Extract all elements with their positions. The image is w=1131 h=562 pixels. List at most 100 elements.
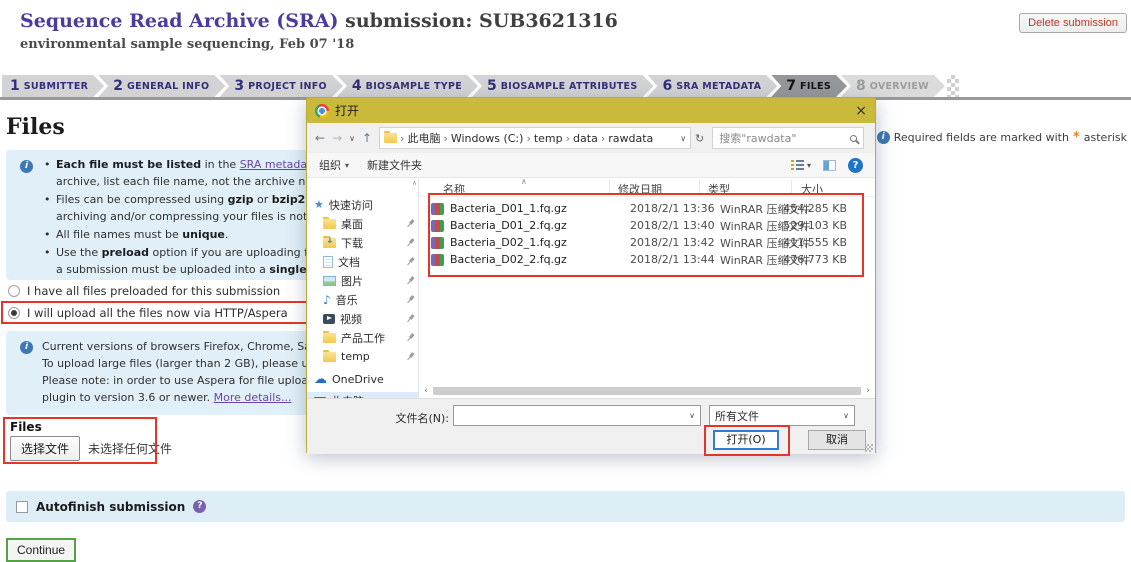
help-button[interactable]: ? [848,158,863,173]
scrollbar-thumb[interactable] [433,387,861,395]
cloud-icon: ☁ [314,373,327,386]
cancel-button[interactable]: 取消 [808,430,866,450]
page-title: Sequence Read Archive (SRA) submission: … [20,10,618,32]
pin-icon [404,274,417,287]
up-icon[interactable]: ↑ [362,131,372,145]
breadcrumb-this-pc[interactable]: 此电脑 [407,130,440,146]
radio-preloaded[interactable]: I have all files preloaded for this subm… [8,284,280,298]
delete-submission-button[interactable]: Delete submission [1019,13,1127,33]
autofinish-checkbox[interactable] [16,501,28,513]
sidebar-item-downloads[interactable]: 下载 [307,234,418,251]
picture-icon [323,276,336,286]
breadcrumb-rawdata[interactable]: rawdata [608,132,653,145]
pin-icon [404,217,417,230]
continue-button[interactable]: Continue [6,538,76,562]
view-mode-button[interactable]: ▾ [791,160,811,170]
organize-caret-icon[interactable]: ▾ [345,161,349,170]
sidebar-item-videos[interactable]: 视频 [307,310,418,327]
folder-icon [323,219,336,229]
dialog-footer: 文件名(N): ∨ 所有文件∨ 打开(O) 取消 [307,398,875,454]
folder-icon [323,333,336,343]
pin-icon [404,350,417,363]
address-caret-icon[interactable]: ∨ [680,134,686,143]
folder-icon [384,133,397,143]
dialog-address-bar: ← → ∨ ↑ › 此电脑 › Windows (C:) › temp › da… [307,123,875,153]
preview-pane-icon[interactable] [823,160,836,171]
breadcrumb-data[interactable]: data [573,132,598,145]
tab-biosample-type[interactable]: 4BIOSAMPLE TYPE [337,75,478,97]
nav-pane: ∧ ★快速访问 桌面 下载 文档 图片 ♪音乐 视频 产品工作 temp ☁On… [307,178,419,398]
info-icon: i [877,131,890,144]
refresh-icon[interactable]: ↻ [695,132,704,145]
back-icon[interactable]: ← [315,131,325,145]
file-list: 名称 ∧ 修改日期 类型 大小 Bacteria_D01_1.fq.gz 201… [419,178,875,398]
filename-input[interactable]: ∨ [453,405,701,426]
dialog-main: ∧ ★快速访问 桌面 下载 文档 图片 ♪音乐 视频 产品工作 temp ☁On… [307,178,875,398]
highlight-upload-now [1,301,321,324]
scroll-right-icon[interactable]: › [863,386,873,396]
sidebar-item-product-work[interactable]: 产品工作 [307,329,418,346]
sidebar-item-music[interactable]: ♪音乐 [307,291,418,308]
downloads-folder-icon [323,238,336,248]
page-title-submission: submission: SUB3621316 [339,10,618,32]
sidebar-item-onedrive[interactable]: ☁OneDrive [307,371,418,388]
tab-general-info[interactable]: 2GENERAL INFO [98,75,225,97]
sidebar-item-desktop[interactable]: 桌面 [307,215,418,232]
organize-button[interactable]: 组织 [319,157,341,173]
breadcrumb-windows-c[interactable]: Windows (C:) [451,132,524,145]
info-icon: i [20,341,33,354]
chevron-down-icon[interactable]: ∨ [689,411,695,420]
dialog-toolbar: 组织 ▾ 新建文件夹 ▾ ? [307,153,875,178]
autofinish-box: Autofinish submission ? [6,491,1125,522]
pin-icon [404,312,417,325]
tab-project-info[interactable]: 3PROJECT INFO [219,75,343,97]
chevron-down-icon: ∨ [843,411,849,420]
tab-biosample-attributes[interactable]: 5BIOSAMPLE ATTRIBUTES [472,75,653,97]
pin-icon [404,293,417,306]
document-icon [323,256,333,268]
close-icon[interactable]: × [855,104,867,118]
pin-icon [404,236,417,249]
tab-files[interactable]: 7FILES [771,75,847,97]
music-icon: ♪ [323,294,331,306]
highlight-file-list [428,193,864,277]
resize-grip[interactable] [865,444,873,452]
search-input[interactable]: 搜索"rawdata" [719,130,850,146]
tab-overview: 8OVERVIEW [841,75,945,97]
new-folder-button[interactable]: 新建文件夹 [367,157,422,173]
asterisk-icon: * [1073,130,1080,145]
dialog-titlebar[interactable]: 打开 × [307,98,875,123]
help-icon[interactable]: ? [193,500,206,513]
pin-icon [404,331,417,344]
highlight-file-input [3,417,157,464]
forward-icon[interactable]: → [332,131,342,145]
file-open-dialog: 打开 × ← → ∨ ↑ › 此电脑 › Windows (C:) › temp… [306,97,876,453]
nav-scroll-up-icon[interactable]: ∧ [412,179,417,187]
horizontal-scrollbar[interactable]: ‹ › [421,385,873,397]
required-fields-note: i Required fields are marked with * aste… [877,130,1127,145]
chrome-icon [315,104,329,118]
wizard-tabs: 1SUBMITTER 2GENERAL INFO 3PROJECT INFO 4… [2,75,959,97]
filetype-select[interactable]: 所有文件∨ [709,405,855,426]
filename-label: 文件名(N): [387,410,449,426]
history-caret-icon[interactable]: ∨ [349,134,355,143]
section-title: Files [6,114,65,140]
breadcrumb-temp[interactable]: temp [534,132,563,145]
breadcrumb[interactable]: › 此电脑 › Windows (C:) › temp › data › raw… [379,127,691,149]
scroll-left-icon[interactable]: ‹ [421,386,431,396]
sidebar-item-documents[interactable]: 文档 [307,253,418,270]
tab-sra-metadata[interactable]: 6SRA METADATA [647,75,777,97]
tab-submitter[interactable]: 1SUBMITTER [2,75,104,97]
sort-ascending-icon: ∧ [521,177,527,186]
folder-icon [323,352,336,362]
radio-icon[interactable] [8,285,20,297]
search-icon [850,135,857,142]
search-box[interactable]: 搜索"rawdata" [712,127,864,149]
sidebar-item-temp[interactable]: temp [307,348,418,365]
sidebar-item-quick-access[interactable]: ★快速访问 [307,196,418,213]
tab-progress-tail [947,75,959,97]
video-icon [323,314,335,324]
info-icon: i [20,160,33,173]
sidebar-item-pictures[interactable]: 图片 [307,272,418,289]
more-details-link[interactable]: More details... [214,391,292,404]
